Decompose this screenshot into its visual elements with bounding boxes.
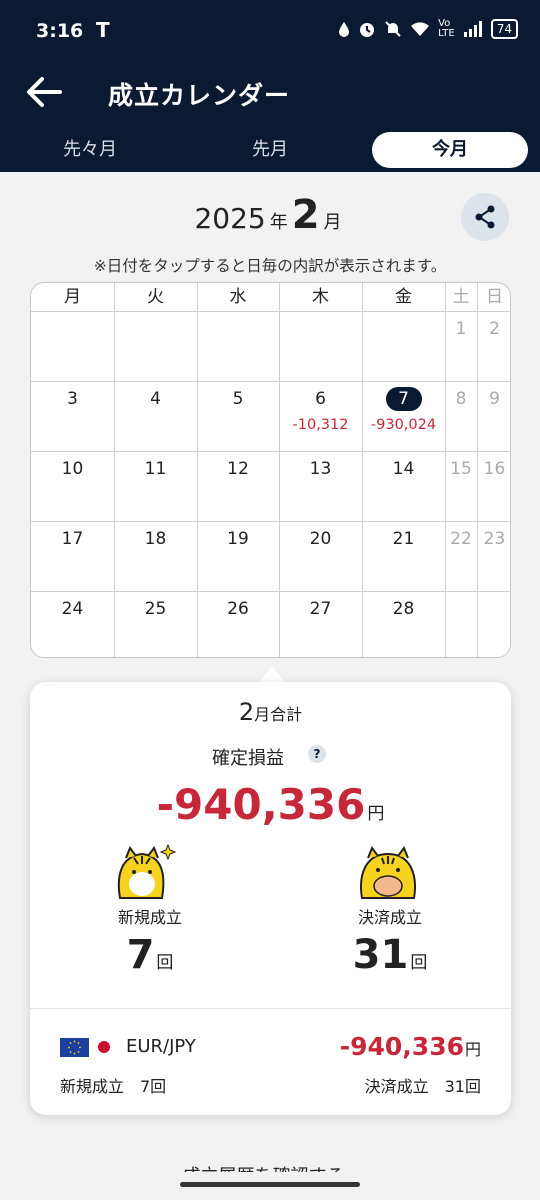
tab-this-month[interactable]: 今月 bbox=[372, 132, 528, 168]
weekday-header: 火 bbox=[147, 287, 164, 307]
day-pl-amount: -930,024 bbox=[370, 417, 437, 433]
new-trades-count: 7 bbox=[126, 932, 155, 978]
weekday-header: 水 bbox=[229, 287, 247, 307]
pair-pl-amount: -940,336 bbox=[339, 1032, 464, 1061]
day-number: 22 bbox=[450, 529, 472, 549]
mute-icon bbox=[385, 21, 401, 37]
day-number: 14 bbox=[392, 459, 415, 479]
settle-trades-value: 31 回 bbox=[310, 932, 470, 978]
day-number: 13 bbox=[309, 459, 332, 479]
pl-yen-unit: 円 bbox=[367, 804, 385, 824]
weekday-header: 月 bbox=[64, 287, 81, 307]
help-icon[interactable]: ? bbox=[308, 745, 326, 763]
weekday-header: 金 bbox=[395, 287, 412, 307]
pl-amount: -940,336 bbox=[156, 780, 366, 829]
day-number: 28 bbox=[392, 599, 415, 619]
jp-flag-icon bbox=[98, 1041, 110, 1053]
new-trades-unit: 回 bbox=[156, 953, 174, 973]
settle-trades-label: 決済成立 bbox=[357, 908, 422, 927]
alarm-icon bbox=[360, 23, 375, 37]
day-number: 18 bbox=[144, 529, 167, 549]
day-number: 19 bbox=[227, 529, 249, 549]
month-number: 2 bbox=[291, 192, 320, 238]
card-pointer bbox=[258, 667, 286, 683]
new-trades-label: 新規成立 bbox=[117, 908, 182, 927]
share-button[interactable] bbox=[461, 193, 509, 241]
back-arrow-icon[interactable] bbox=[22, 70, 66, 114]
day-pl-amount: -10,312 bbox=[292, 417, 349, 433]
pair-new-trades: 新規成立 7回 bbox=[60, 1077, 167, 1096]
day-number: 21 bbox=[392, 529, 415, 549]
page-title: 成立カレンダー bbox=[108, 81, 291, 110]
currency-pair-name[interactable]: EUR/JPY bbox=[126, 1036, 196, 1057]
tab-two-months-ago[interactable]: 先々月 bbox=[20, 132, 160, 168]
day-number: 2 bbox=[489, 319, 500, 339]
year-unit: 年 bbox=[269, 212, 288, 233]
day-number: 25 bbox=[144, 599, 167, 619]
calendar-grid: 月火水木金土日 1 2 3 4 5 6 -10,312 7 -930,024 8 9 10 11 12 13 1… bbox=[30, 282, 511, 658]
day-number: 23 bbox=[483, 529, 506, 549]
selected-day: 7 bbox=[385, 387, 422, 411]
total-month-number: 2 bbox=[238, 698, 255, 726]
summary-card: 2月合計 確定損益 ? -940,336円 新規成立 7回 決済成立 31回 bbox=[30, 682, 511, 1115]
status-time: 3:16 bbox=[36, 20, 84, 42]
tiger-new-icon bbox=[117, 844, 176, 899]
month-heading: 2025 年 2 月 bbox=[0, 192, 540, 238]
currency-pair-pl: -940,336円 bbox=[340, 1032, 481, 1061]
settle-trades-unit: 回 bbox=[410, 953, 428, 973]
grid-line bbox=[31, 311, 510, 312]
day-number: 3 bbox=[67, 389, 78, 409]
signal-icon bbox=[463, 21, 482, 37]
realized-pl-label: 確定損益 bbox=[212, 748, 284, 769]
day-number: 4 bbox=[150, 389, 161, 409]
day-number: 6 bbox=[315, 389, 326, 409]
day-number: 10 bbox=[61, 459, 84, 479]
day-number: 26 bbox=[227, 599, 249, 619]
month-unit: 月 bbox=[323, 212, 342, 233]
day-number: 11 bbox=[144, 459, 167, 479]
weekday-header: 日 bbox=[486, 287, 503, 307]
total-month-text: 月合計 bbox=[254, 705, 303, 724]
day-number: 20 bbox=[309, 529, 332, 549]
weekday-header: 木 bbox=[312, 287, 329, 307]
day-number: 24 bbox=[61, 599, 84, 619]
realized-pl-value: -940,336 円 bbox=[30, 780, 511, 829]
tiger-settle-icon bbox=[360, 845, 416, 899]
day-number: 1 bbox=[455, 319, 467, 339]
day-number: 5 bbox=[232, 389, 244, 409]
day-number: 27 bbox=[309, 599, 332, 619]
day-number: 15 bbox=[450, 459, 472, 479]
volte-icon: Vo LTE bbox=[438, 18, 455, 39]
t-app-icon: T bbox=[96, 18, 110, 42]
new-trades-value: 7回 bbox=[70, 932, 230, 978]
status-icons: Vo LTE 74 bbox=[338, 19, 518, 39]
day-number: 12 bbox=[227, 459, 249, 479]
wifi-icon bbox=[411, 22, 430, 36]
hint-text: ※日付をタップすると日毎の内訳が表示されます。 bbox=[93, 257, 447, 275]
day-number: 9 bbox=[489, 389, 500, 409]
day-number: 17 bbox=[61, 529, 84, 549]
card-divider bbox=[30, 1008, 511, 1009]
day-number: 16 bbox=[483, 459, 506, 479]
status-bar: 3:16 T Vo LTE 74 bbox=[0, 0, 540, 62]
day-number: 8 bbox=[455, 389, 467, 409]
gesture-handle[interactable] bbox=[180, 1182, 360, 1187]
battery-icon: 74 bbox=[490, 19, 518, 39]
month-tabs: 先々月 先月 今月 bbox=[0, 130, 540, 168]
eu-flag-icon bbox=[60, 1038, 89, 1057]
year-number: 2025 bbox=[194, 202, 266, 235]
pair-pl-yen: 円 bbox=[464, 1040, 481, 1059]
pair-settle-trades: 決済成立 31回 bbox=[364, 1077, 481, 1096]
month-total-label: 2月合計 bbox=[30, 698, 511, 726]
drop-icon bbox=[339, 22, 350, 37]
weekday-header: 土 bbox=[452, 287, 470, 307]
settle-trades-count: 31 bbox=[352, 932, 409, 978]
share-icon bbox=[475, 205, 495, 229]
header: 成立カレンダー 先々月 先月 今月 bbox=[0, 62, 540, 172]
tab-last-month[interactable]: 先月 bbox=[200, 132, 340, 168]
